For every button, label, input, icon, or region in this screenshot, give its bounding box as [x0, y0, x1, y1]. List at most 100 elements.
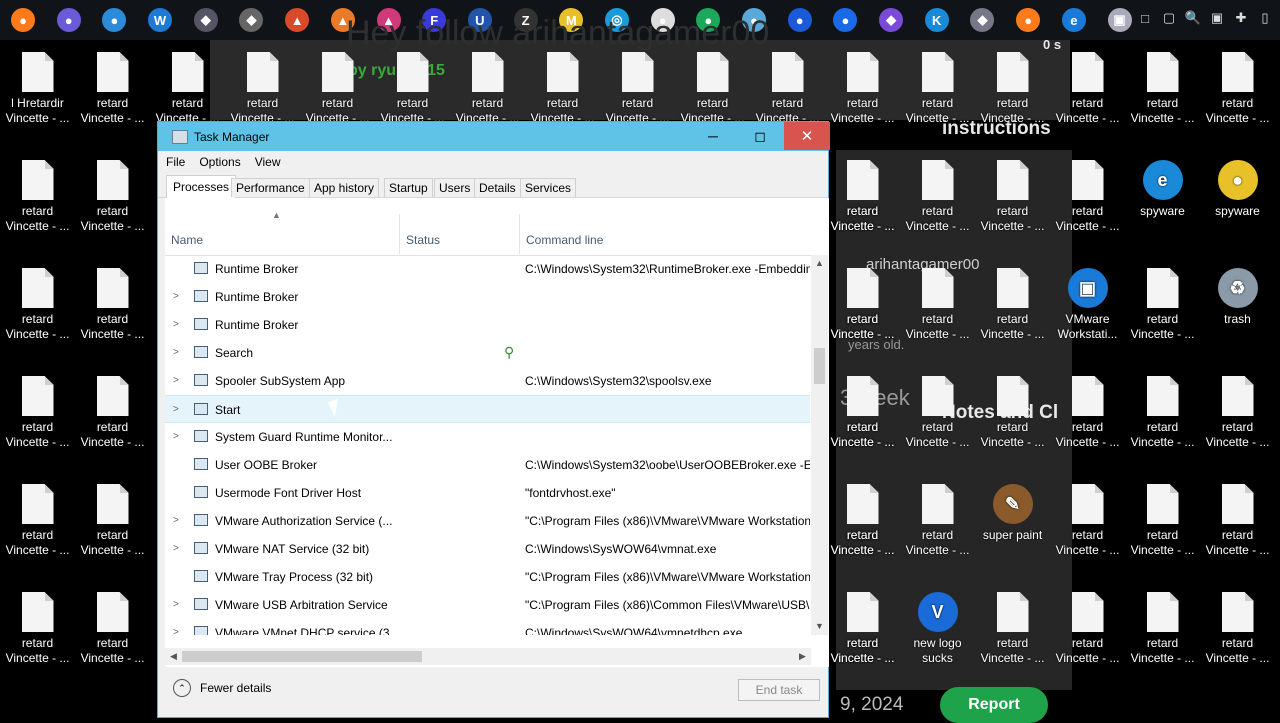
desktop-icon-document[interactable]: retard Vincette - ... — [75, 152, 150, 252]
tray-icon[interactable]: ▢ — [1160, 8, 1178, 28]
chevron-right-icon[interactable]: > — [173, 404, 179, 415]
waterfox-taskbar-button[interactable]: W — [143, 3, 177, 37]
tray-icon[interactable]: ▯ — [1256, 8, 1274, 28]
process-row[interactable]: > VMware VMnet DHCP service (3... C:\Windo… — [165, 619, 810, 635]
process-row[interactable]: > VMware USB Arbitration Service "C:\Progr… — [165, 591, 810, 619]
desktop-icon-document[interactable]: retard Vincette - ... — [900, 152, 975, 252]
chevron-right-icon[interactable]: > — [173, 515, 179, 526]
firefox-legacy-taskbar-button[interactable]: ● — [1011, 3, 1045, 37]
wolf-taskbar-button[interactable]: ◆ — [965, 3, 999, 37]
chevron-right-icon[interactable]: > — [173, 347, 179, 358]
column-command-line[interactable]: Command line — [519, 214, 815, 254]
tab-users[interactable]: Users — [434, 178, 476, 197]
process-row[interactable]: > Runtime Broker — [165, 311, 810, 339]
chevron-right-icon[interactable]: > — [173, 431, 179, 442]
desktop-icon-document[interactable]: retard Vincette - ... — [900, 368, 975, 468]
desktop-icon-document[interactable]: retard Vincette - ... — [75, 44, 150, 144]
desktop-icon-document[interactable]: retard Vincette - ... — [975, 584, 1050, 684]
title-bar[interactable]: Task Manager ─ ◻ ✕ — [158, 122, 830, 151]
scroll-down-icon[interactable]: ▼ — [811, 618, 828, 635]
raccoon-browser-taskbar-button[interactable]: ◆ — [189, 3, 223, 37]
desktop-icon-trash[interactable]: ♻ trash — [1200, 260, 1275, 360]
tab-startup[interactable]: Startup — [384, 178, 433, 197]
tray-icon[interactable]: ▣ — [1208, 8, 1226, 28]
desktop-icon-document[interactable]: retard Vincette - ... — [1125, 260, 1200, 360]
desktop-icon-document[interactable]: retard Vincette - ... — [75, 476, 150, 576]
desktop-icon-document[interactable]: retard Vincette - ... — [1050, 476, 1125, 576]
firefox-nightly-taskbar-button[interactable]: ● — [52, 3, 86, 37]
column-status[interactable]: Status — [399, 214, 519, 254]
blue-orb-taskbar-button[interactable]: ● — [828, 3, 862, 37]
tray-icon[interactable]: 🔍 — [1184, 8, 1202, 28]
desktop-icon-document[interactable]: retard Vincette - ... — [0, 260, 75, 360]
edge-legacy-taskbar-button[interactable]: e — [1057, 3, 1091, 37]
desktop-icon-document[interactable]: retard Vincette - ... — [975, 152, 1050, 252]
desktop-icon-spyware-chrome[interactable]: ● spyware — [1200, 152, 1275, 252]
task-manager-taskbar-button[interactable]: ▣ — [1103, 3, 1137, 37]
desktop-icon-document[interactable]: retard Vincette - ... — [825, 44, 900, 144]
tab-services[interactable]: Services — [520, 178, 577, 197]
desktop-icon-document[interactable]: retard Vincette - ... — [1125, 44, 1200, 144]
desktop-icon-document[interactable]: retard Vincette - ... — [1200, 368, 1275, 468]
vertical-scroll-thumb[interactable] — [814, 348, 825, 384]
desktop-icon-document[interactable]: retard Vincette - ... — [825, 260, 900, 360]
chevron-right-icon[interactable]: > — [173, 627, 179, 635]
desktop-icon-document[interactable]: retard Vincette - ... — [825, 152, 900, 252]
process-row[interactable]: VMware Tray Process (32 bit) "C:\Program … — [165, 563, 810, 591]
tab-performance[interactable]: Performance — [231, 178, 310, 197]
desktop-icon-document[interactable]: retard Vincette - ... — [0, 476, 75, 576]
chevron-right-icon[interactable]: > — [173, 599, 179, 610]
desktop-icon-document[interactable]: retard Vincette - ... — [75, 260, 150, 360]
blue-globe-taskbar-button[interactable]: ● — [783, 3, 817, 37]
chevron-right-icon[interactable]: > — [173, 291, 179, 302]
desktop-icon-document[interactable]: retard Vincette - ... — [825, 368, 900, 468]
tab-app-history[interactable]: App history — [309, 178, 380, 197]
desktop-icon-super-paint[interactable]: ✎ super paint — [975, 476, 1050, 576]
firefox-developer-taskbar-button[interactable]: ● — [97, 3, 131, 37]
report-button[interactable]: Report — [940, 687, 1048, 723]
tor-taskbar-button[interactable]: ◆ — [874, 3, 908, 37]
desktop-icon-spyware-edge[interactable]: e spyware — [1125, 152, 1200, 252]
desktop-icon-document[interactable]: retard Vincette - ... — [825, 584, 900, 684]
end-task-button[interactable]: End task — [738, 679, 820, 701]
desktop-icon-document[interactable]: retard Vincette - ... — [75, 584, 150, 684]
desktop-icon-document[interactable]: retard Vincette - ... — [0, 152, 75, 252]
maximize-button[interactable]: ◻ — [737, 122, 783, 150]
dog-app-taskbar-button[interactable]: ◆ — [234, 3, 268, 37]
desktop-icon-document[interactable]: retard Vincette - ... — [1125, 584, 1200, 684]
fox-red-taskbar-button[interactable]: ▲ — [280, 3, 314, 37]
process-row[interactable]: Runtime Broker C:\Windows\System32\Runtim… — [165, 255, 810, 283]
process-row[interactable]: User OOBE Broker C:\Windows\System32\oobe… — [165, 451, 810, 479]
desktop-icon-vmware[interactable]: ▣ VMware Workstati... — [1050, 260, 1125, 360]
desktop-icon-document[interactable]: retard Vincette - ... — [1200, 44, 1275, 144]
horizontal-scroll-thumb[interactable] — [182, 651, 422, 662]
menu-file[interactable]: File — [166, 155, 185, 169]
menu-options[interactable]: Options — [199, 155, 240, 169]
firefox-taskbar-button[interactable]: ● — [6, 3, 40, 37]
close-button[interactable]: ✕ — [784, 122, 830, 150]
desktop-icon-document[interactable]: retard Vincette - ... — [1050, 584, 1125, 684]
desktop-icon-document[interactable]: retard Vincette - ... — [975, 44, 1050, 144]
column-name[interactable]: Name — [165, 214, 399, 254]
tray-icon[interactable]: □ — [1136, 8, 1154, 28]
desktop-icon-document[interactable]: retard Vincette - ... — [1050, 152, 1125, 252]
chevron-right-icon[interactable]: > — [173, 375, 179, 386]
desktop-icon-new-logo[interactable]: Vnew logo sucks — [900, 584, 975, 684]
desktop-icon-document[interactable]: retard Vincette - ... — [1200, 584, 1275, 684]
tab-details[interactable]: Details — [474, 178, 521, 197]
scroll-left-icon[interactable]: ◀ — [165, 648, 182, 665]
desktop-icon-document[interactable]: retard Vincette - ... — [0, 368, 75, 468]
fewer-details-button[interactable]: ⌃ Fewer details — [173, 679, 271, 697]
process-row[interactable]: > Start — [165, 395, 810, 423]
process-row[interactable]: > Search ⚲ — [165, 339, 810, 367]
desktop-icon-document[interactable]: retard Vincette - ... — [975, 368, 1050, 468]
chevron-right-icon[interactable]: > — [173, 319, 179, 330]
desktop-icon-document[interactable]: retard Vincette - ... — [0, 584, 75, 684]
tray-icon[interactable]: ✚ — [1232, 8, 1250, 28]
process-row[interactable]: > Spooler SubSystem App C:\Windows\System3… — [165, 367, 810, 395]
minimize-button[interactable]: ─ — [690, 122, 736, 150]
k-meleon-taskbar-button[interactable]: K — [920, 3, 954, 37]
process-row[interactable]: > System Guard Runtime Monitor... — [165, 423, 810, 451]
desktop-icon-document[interactable]: retard Vincette - ... — [1125, 476, 1200, 576]
desktop-icon-document[interactable]: retard Vincette - ... — [900, 44, 975, 144]
